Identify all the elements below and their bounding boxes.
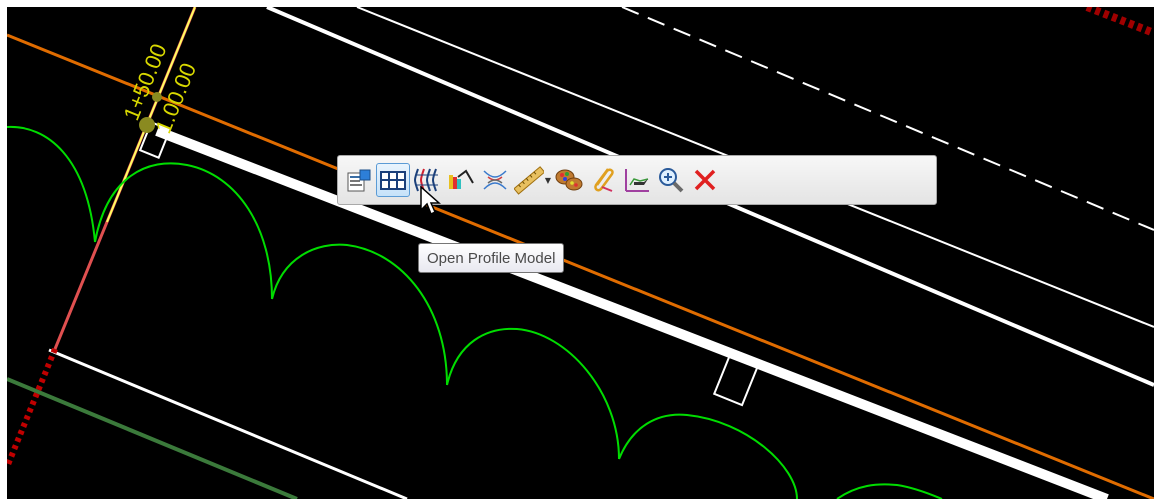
- red-dotted-top: [1085, 7, 1154, 37]
- measure-ruler-icon: [514, 166, 544, 195]
- reverse-arcs-icon: [483, 170, 507, 190]
- red-dotted-left: [7, 347, 58, 469]
- delete-button[interactable]: [688, 163, 722, 197]
- properties-icon: [347, 169, 371, 192]
- cad-drawing-viewport[interactable]: 1+50.00 1.00.00: [7, 7, 1154, 499]
- delete-icon: [694, 169, 716, 191]
- cad-geometry: 1+50.00 1.00.00: [7, 7, 1154, 499]
- element-palette-icon: [555, 169, 583, 191]
- green-line: [7, 377, 298, 499]
- measure-ruler-button[interactable]: [512, 163, 546, 197]
- zoom-icon: [659, 168, 684, 193]
- zoom-button[interactable]: [654, 163, 688, 197]
- element-palette-button[interactable]: [552, 163, 586, 197]
- profile-slope-icon: [449, 169, 474, 189]
- mouse-cursor-icon: [420, 186, 441, 216]
- tooltip: Open Profile Model: [418, 243, 565, 273]
- properties-button[interactable]: [342, 163, 376, 197]
- reverse-arcs-button[interactable]: [478, 163, 512, 197]
- attach-clip-button[interactable]: [586, 163, 620, 197]
- road-edge-lower: [48, 348, 408, 499]
- station-marker-box: [712, 353, 760, 407]
- attach-clip-icon: [594, 168, 614, 192]
- open-profile-model-icon: [380, 171, 406, 190]
- drive-through-icon: [625, 169, 649, 192]
- drive-through-button[interactable]: [620, 163, 654, 197]
- open-profile-model-button[interactable]: [376, 163, 410, 197]
- profile-slope-button[interactable]: [444, 163, 478, 197]
